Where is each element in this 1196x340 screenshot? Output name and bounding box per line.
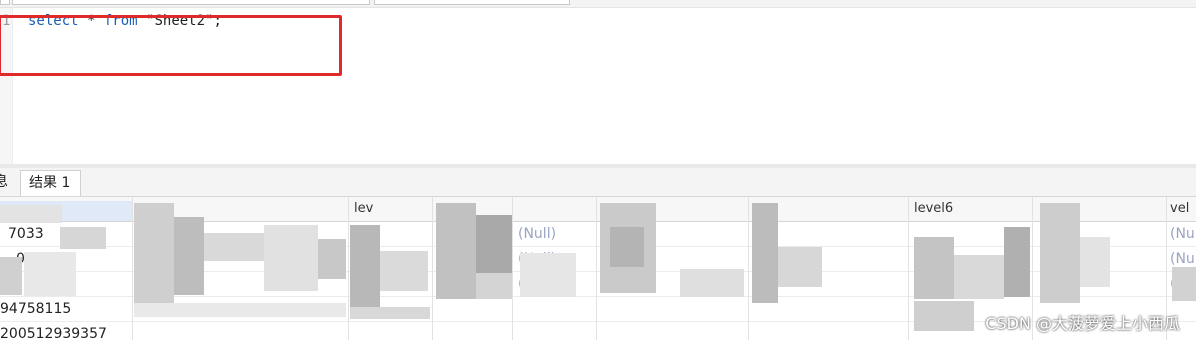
table-cell[interactable]: 94 — [0, 272, 50, 296]
toolbar-field-1[interactable] — [0, 0, 10, 5]
column-divider[interactable] — [348, 197, 349, 340]
selected-header-cell[interactable] — [0, 201, 132, 221]
top-toolbar — [0, 0, 1196, 8]
table-row[interactable]: 009 (Null) (Nu — [0, 247, 1196, 272]
null-cell[interactable]: (Null) — [518, 222, 578, 246]
tab-result-1[interactable]: 结果 1 — [20, 170, 81, 196]
table-cell[interactable]: 009 — [16, 247, 66, 271]
table-cell[interactable]: 7033 — [8, 222, 58, 246]
csdn-watermark: CSDN @大菠萝爱上小西瓜 — [985, 314, 1180, 333]
toolbar-field-2[interactable] — [12, 0, 370, 5]
column-divider[interactable] — [908, 197, 909, 340]
table-cell[interactable]: 94758115 — [0, 297, 130, 321]
null-cell[interactable]: (Nu — [1170, 222, 1196, 246]
null-cell[interactable]: (Nu — [1170, 272, 1196, 296]
column-divider[interactable] — [512, 197, 513, 340]
column-divider[interactable] — [132, 197, 133, 340]
grid-header-row: lev level6 vel — [0, 197, 1196, 222]
red-highlight-box — [0, 15, 342, 76]
header-cell[interactable]: level6 — [914, 197, 974, 221]
column-divider[interactable] — [596, 197, 597, 340]
table-row[interactable]: 94 (Null) (Nu — [0, 272, 1196, 297]
null-cell[interactable]: (Nu — [1170, 247, 1196, 271]
toolbar-field-3[interactable] — [374, 0, 570, 5]
header-cell[interactable]: lev — [354, 197, 414, 221]
table-row[interactable]: 7033 (Null) (Nu — [0, 222, 1196, 247]
null-cell[interactable]: (Null) — [518, 247, 578, 271]
null-cell[interactable]: (Null) — [518, 272, 578, 296]
sql-editor[interactable]: 1 select * from "Sheet2"; — [0, 8, 1196, 164]
tab-info[interactable]: 息 — [0, 170, 8, 196]
table-cell[interactable]: 200512939357 — [0, 322, 130, 340]
column-divider[interactable] — [432, 197, 433, 340]
result-tabs: 息 结果 1 — [0, 168, 1196, 197]
header-cell[interactable]: vel — [1170, 197, 1196, 221]
column-divider[interactable] — [748, 197, 749, 340]
